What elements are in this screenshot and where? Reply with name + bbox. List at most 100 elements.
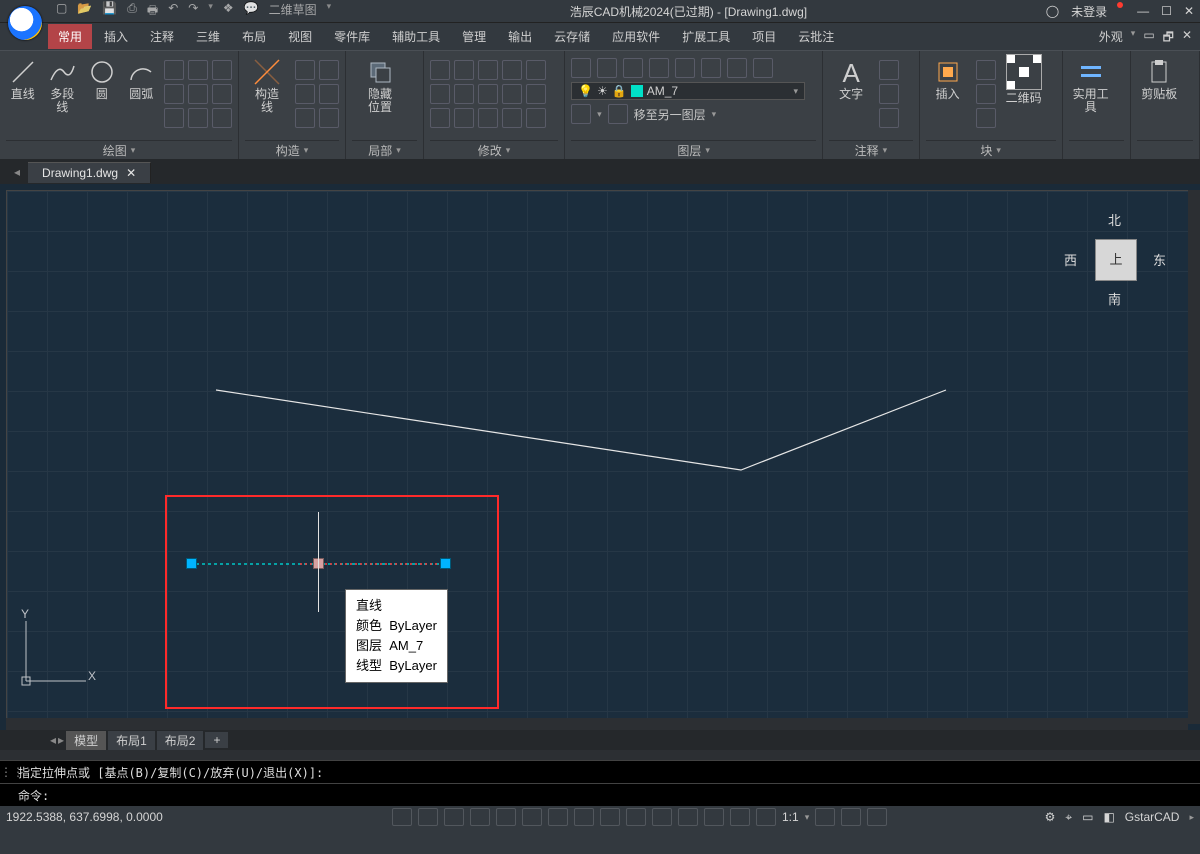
viewcube-west[interactable]: 西 xyxy=(1064,250,1077,269)
status-tool-icon[interactable]: ▭ xyxy=(1082,810,1093,824)
construct-tool-icon[interactable] xyxy=(319,60,339,80)
tab-manage[interactable]: 管理 xyxy=(452,24,496,49)
lock-toggle[interactable] xyxy=(841,808,861,826)
otrack-toggle[interactable] xyxy=(522,808,542,826)
annvis-toggle[interactable] xyxy=(730,808,750,826)
cmd-handle-icon[interactable]: ⋮⋮ xyxy=(0,765,14,779)
modify-tool-icon[interactable] xyxy=(526,108,546,128)
modify-tool-icon[interactable] xyxy=(478,84,498,104)
tab-close-icon[interactable]: ✕ xyxy=(126,166,136,180)
user-icon[interactable]: ◯ xyxy=(1046,4,1059,18)
layer-tool-icon[interactable] xyxy=(571,58,591,78)
modify-tool-icon[interactable] xyxy=(430,108,450,128)
block-tool-icon[interactable] xyxy=(976,60,996,80)
tab-apps[interactable]: 应用软件 xyxy=(602,24,670,49)
sketch-mode-label[interactable]: 二维草图 xyxy=(269,1,317,22)
layout-next-icon[interactable]: ▸ xyxy=(58,733,64,747)
layers-icon[interactable]: ❖ xyxy=(223,1,234,22)
app-logo[interactable] xyxy=(8,6,42,40)
block-tool-icon[interactable] xyxy=(976,108,996,128)
command-prompt[interactable]: 命令: xyxy=(14,787,1200,804)
ortho-toggle[interactable] xyxy=(444,808,464,826)
model-toggle[interactable] xyxy=(600,808,620,826)
horizontal-scrollbar[interactable] xyxy=(6,718,1188,730)
modify-tool-icon[interactable] xyxy=(526,60,546,80)
tab-view[interactable]: 视图 xyxy=(278,24,322,49)
tab-3d[interactable]: 三维 xyxy=(186,24,230,49)
tab-layout2[interactable]: 布局2 xyxy=(157,731,204,750)
viewcube-north[interactable]: 北 xyxy=(1108,210,1121,229)
view-cube[interactable]: 北 南 东 西 上 xyxy=(1060,204,1170,314)
layer-tool-icon[interactable] xyxy=(675,58,695,78)
hide-position-button[interactable]: 隐藏 位置 xyxy=(352,54,408,114)
tab-home[interactable]: 常用 xyxy=(48,24,92,49)
insert-block-button[interactable]: 插入 xyxy=(926,54,970,101)
tab-aux[interactable]: 辅助工具 xyxy=(382,24,450,49)
annotate-tool-icon[interactable] xyxy=(879,60,899,80)
tab-layout1[interactable]: 布局1 xyxy=(108,731,155,750)
ribbon-restore-icon[interactable]: 🗗 xyxy=(1163,28,1174,49)
tab-output[interactable]: 输出 xyxy=(498,24,542,49)
status-tool-icon[interactable]: ⚙ xyxy=(1045,810,1056,824)
redo-icon[interactable]: ↷ xyxy=(188,1,198,22)
tab-parts[interactable]: 零件库 xyxy=(324,24,380,49)
annotate-tool-icon[interactable] xyxy=(879,84,899,104)
annscale-toggle[interactable] xyxy=(756,808,776,826)
layer-tool-icon[interactable] xyxy=(649,58,669,78)
hw-toggle[interactable] xyxy=(867,808,887,826)
layer-tool-icon[interactable] xyxy=(571,104,591,124)
modify-tool-icon[interactable] xyxy=(454,84,474,104)
draw-tool-icon[interactable] xyxy=(212,84,232,104)
tab-cloud[interactable]: 云存储 xyxy=(544,24,600,49)
new-icon[interactable]: ▢ xyxy=(56,1,67,22)
chat-icon[interactable]: 💬 xyxy=(244,1,259,22)
sketch-more-icon[interactable]: ▾ xyxy=(327,1,332,22)
viewcube-east[interactable]: 东 xyxy=(1153,250,1166,269)
layout-prev-icon[interactable]: ◂ xyxy=(50,733,56,747)
text-button[interactable]: A文字 xyxy=(829,54,873,101)
ann-toggle[interactable] xyxy=(704,808,724,826)
grip-end[interactable] xyxy=(440,558,451,569)
viewcube-south[interactable]: 南 xyxy=(1108,289,1121,308)
status-more-icon[interactable]: ▸ xyxy=(1189,812,1194,823)
maximize-icon[interactable]: ☐ xyxy=(1161,4,1172,18)
status-tool-icon[interactable]: ◧ xyxy=(1103,810,1114,824)
command-input-line[interactable]: 命令: xyxy=(0,783,1200,806)
tab-ext[interactable]: 扩展工具 xyxy=(672,24,740,49)
move-layer-button[interactable]: 移至另一图层 xyxy=(634,106,706,123)
qp-toggle[interactable] xyxy=(626,808,646,826)
modify-tool-icon[interactable] xyxy=(430,60,450,80)
undo-icon[interactable]: ↶ xyxy=(168,1,178,22)
circle-button[interactable]: 圆 xyxy=(85,54,119,101)
modify-tool-icon[interactable] xyxy=(478,60,498,80)
qat-more-icon[interactable]: ▾ xyxy=(208,1,213,22)
open-icon[interactable]: 📂 xyxy=(77,1,92,22)
annotate-tool-icon[interactable] xyxy=(879,108,899,128)
draw-tool-icon[interactable] xyxy=(212,60,232,80)
tab-model[interactable]: 模型 xyxy=(66,731,106,750)
modify-tool-icon[interactable] xyxy=(502,60,522,80)
ribbon-close-icon[interactable]: ✕ xyxy=(1182,28,1192,49)
polar-toggle[interactable] xyxy=(470,808,490,826)
snap-toggle[interactable] xyxy=(392,808,412,826)
construct-tool-icon[interactable] xyxy=(319,84,339,104)
login-status[interactable]: 未登录 xyxy=(1071,3,1107,20)
clipboard-button[interactable]: 剪贴板 xyxy=(1137,54,1181,101)
modify-tool-icon[interactable] xyxy=(526,84,546,104)
modify-tool-icon[interactable] xyxy=(430,84,450,104)
grid-toggle[interactable] xyxy=(418,808,438,826)
tab-layout[interactable]: 布局 xyxy=(232,24,276,49)
viewcube-top[interactable]: 上 xyxy=(1095,239,1137,281)
layer-tool-icon[interactable] xyxy=(701,58,721,78)
layer-tool-icon[interactable] xyxy=(623,58,643,78)
layer-tool-icon[interactable] xyxy=(753,58,773,78)
appearance-menu[interactable]: 外观 xyxy=(1099,28,1123,49)
pline-button[interactable]: 多段线 xyxy=(46,54,80,114)
iso-toggle[interactable] xyxy=(678,808,698,826)
vertical-scrollbar[interactable] xyxy=(1188,190,1200,724)
modify-tool-icon[interactable] xyxy=(454,60,474,80)
lwt-toggle[interactable] xyxy=(548,808,568,826)
tab-project[interactable]: 项目 xyxy=(742,24,786,49)
status-tool-icon[interactable]: ⌖ xyxy=(1065,810,1072,825)
block-tool-icon[interactable] xyxy=(976,84,996,104)
